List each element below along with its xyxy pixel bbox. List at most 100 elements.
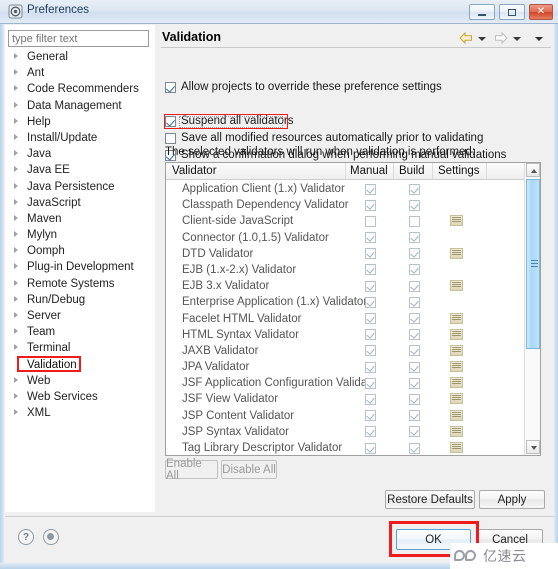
sidebar-item-code-recommenders[interactable]: Code Recommenders [5,81,155,97]
manual-checkbox[interactable] [365,248,376,260]
chevron-right-icon[interactable] [14,101,18,108]
manual-checkbox[interactable] [365,199,376,211]
forward-arrow-icon[interactable] [494,31,508,45]
build-checkbox[interactable] [409,442,420,454]
manual-checkbox[interactable] [365,313,376,324]
build-checkbox[interactable] [409,329,420,341]
build-checkbox[interactable] [409,215,420,227]
scrollbar-thumb[interactable] [526,179,540,349]
settings-icon[interactable] [450,312,463,324]
chevron-right-icon[interactable] [14,392,18,399]
table-row[interactable]: Classpath Dependency Validator [166,197,526,213]
build-checkbox[interactable] [409,426,420,438]
manual-checkbox[interactable] [365,393,376,405]
column-divider[interactable] [486,163,487,180]
forward-dropdown-caret-icon[interactable] [513,37,521,41]
enable-all-button[interactable]: Enable All [165,458,218,482]
manual-checkbox[interactable] [365,296,376,308]
settings-icon[interactable] [450,361,463,373]
close-button[interactable]: ✕ [529,4,553,20]
column-header-settings[interactable]: Settings [438,165,480,177]
table-row[interactable]: Client-side JavaScript [166,213,526,229]
build-checkbox[interactable] [409,361,420,373]
sidebar-item-oomph[interactable]: Oomph [5,243,155,259]
manual-checkbox[interactable] [365,377,376,389]
table-row[interactable]: Application Client (1.x) Validator [166,181,526,197]
scroll-up-button[interactable] [526,163,540,177]
manual-checkbox[interactable] [365,232,376,244]
scroll-down-button[interactable] [526,440,540,454]
chevron-right-icon[interactable] [14,376,18,383]
chevron-right-icon[interactable] [14,247,18,254]
sidebar-item-javascript[interactable]: JavaScript [5,195,155,211]
manual-checkbox[interactable] [365,264,376,276]
sidebar-item-run-debug[interactable]: Run/Debug [5,292,155,308]
sidebar-item-server[interactable]: Server [5,308,155,324]
column-header-build[interactable]: Build [399,165,425,177]
chevron-right-icon[interactable] [14,182,18,189]
minimize-button[interactable] [469,4,495,20]
table-row[interactable]: EJB (1.x-2.x) Validator [166,262,526,278]
manual-checkbox[interactable] [365,410,376,422]
manual-checkbox[interactable] [365,345,376,357]
chevron-right-icon[interactable] [14,295,18,302]
table-row[interactable]: JSP Content Validator [166,408,526,424]
chevron-right-icon[interactable] [14,312,18,318]
settings-icon[interactable] [450,247,463,259]
chevron-right-icon[interactable] [14,85,18,92]
build-checkbox[interactable] [409,377,420,389]
build-checkbox[interactable] [409,313,420,324]
apply-button[interactable]: Apply [479,490,545,509]
maximize-button[interactable] [499,4,525,20]
back-arrow-icon[interactable] [459,31,473,45]
table-row[interactable]: Enterprise Application (1.x) Validator [166,294,526,310]
column-divider[interactable] [432,163,433,180]
allow-override-checkbox[interactable] [165,82,176,93]
table-row[interactable]: JSF Application Configuration Valida... [166,375,526,391]
sidebar-item-web[interactable]: Web [5,373,155,389]
help-question-icon[interactable]: ? [18,529,34,545]
settings-icon[interactable] [450,280,463,292]
sidebar-item-terminal[interactable]: Terminal [5,340,155,356]
column-divider[interactable] [345,163,346,180]
chevron-right-icon[interactable] [14,409,18,416]
sidebar-item-plug-in-development[interactable]: Plug-in Development [5,259,155,275]
chevron-right-icon[interactable] [14,214,18,221]
build-checkbox[interactable] [409,280,420,292]
column-header-validator[interactable]: Validator [172,165,217,177]
table-row[interactable]: Tag Library Descriptor Validator [166,440,526,455]
sidebar-item-team[interactable]: Team [5,324,155,340]
chevron-right-icon[interactable] [14,231,18,238]
settings-icon[interactable] [450,328,463,340]
apply-and-close-icon[interactable] [43,529,59,545]
sidebar-item-data-management[interactable]: Data Management [5,98,155,114]
build-checkbox[interactable] [409,410,420,422]
sidebar-item-mylyn[interactable]: Mylyn [5,227,155,243]
table-row[interactable]: EJB 3.x Validator [166,278,526,294]
build-checkbox[interactable] [409,183,420,195]
settings-icon[interactable] [450,425,463,437]
manual-checkbox[interactable] [365,442,376,454]
sidebar-item-java-ee[interactable]: Java EE [5,162,155,178]
sidebar-item-java[interactable]: Java [5,146,155,162]
build-checkbox[interactable] [409,296,420,308]
manual-checkbox[interactable] [365,215,376,227]
sidebar-item-web-services[interactable]: Web Services [5,389,155,405]
table-row[interactable]: Connector (1.0,1.5) Validator [166,230,526,246]
manual-checkbox[interactable] [365,280,376,292]
table-vertical-scrollbar[interactable] [524,163,540,455]
sidebar-item-help[interactable]: Help [5,114,155,130]
chevron-right-icon[interactable] [14,263,18,270]
build-checkbox[interactable] [409,199,420,211]
sidebar-item-ant[interactable]: Ant [5,65,155,81]
build-checkbox[interactable] [409,393,420,405]
sidebar-item-java-persistence[interactable]: Java Persistence [5,179,155,195]
disable-all-button[interactable]: Disable All [221,460,277,479]
table-row[interactable]: Facelet HTML Validator [166,311,526,327]
sidebar-item-xml[interactable]: XML [5,405,155,421]
back-dropdown-caret-icon[interactable] [478,37,486,41]
column-header-manual[interactable]: Manual [350,165,388,177]
build-checkbox[interactable] [409,232,420,244]
column-divider[interactable] [393,163,394,180]
table-row[interactable]: JSF View Validator [166,391,526,407]
